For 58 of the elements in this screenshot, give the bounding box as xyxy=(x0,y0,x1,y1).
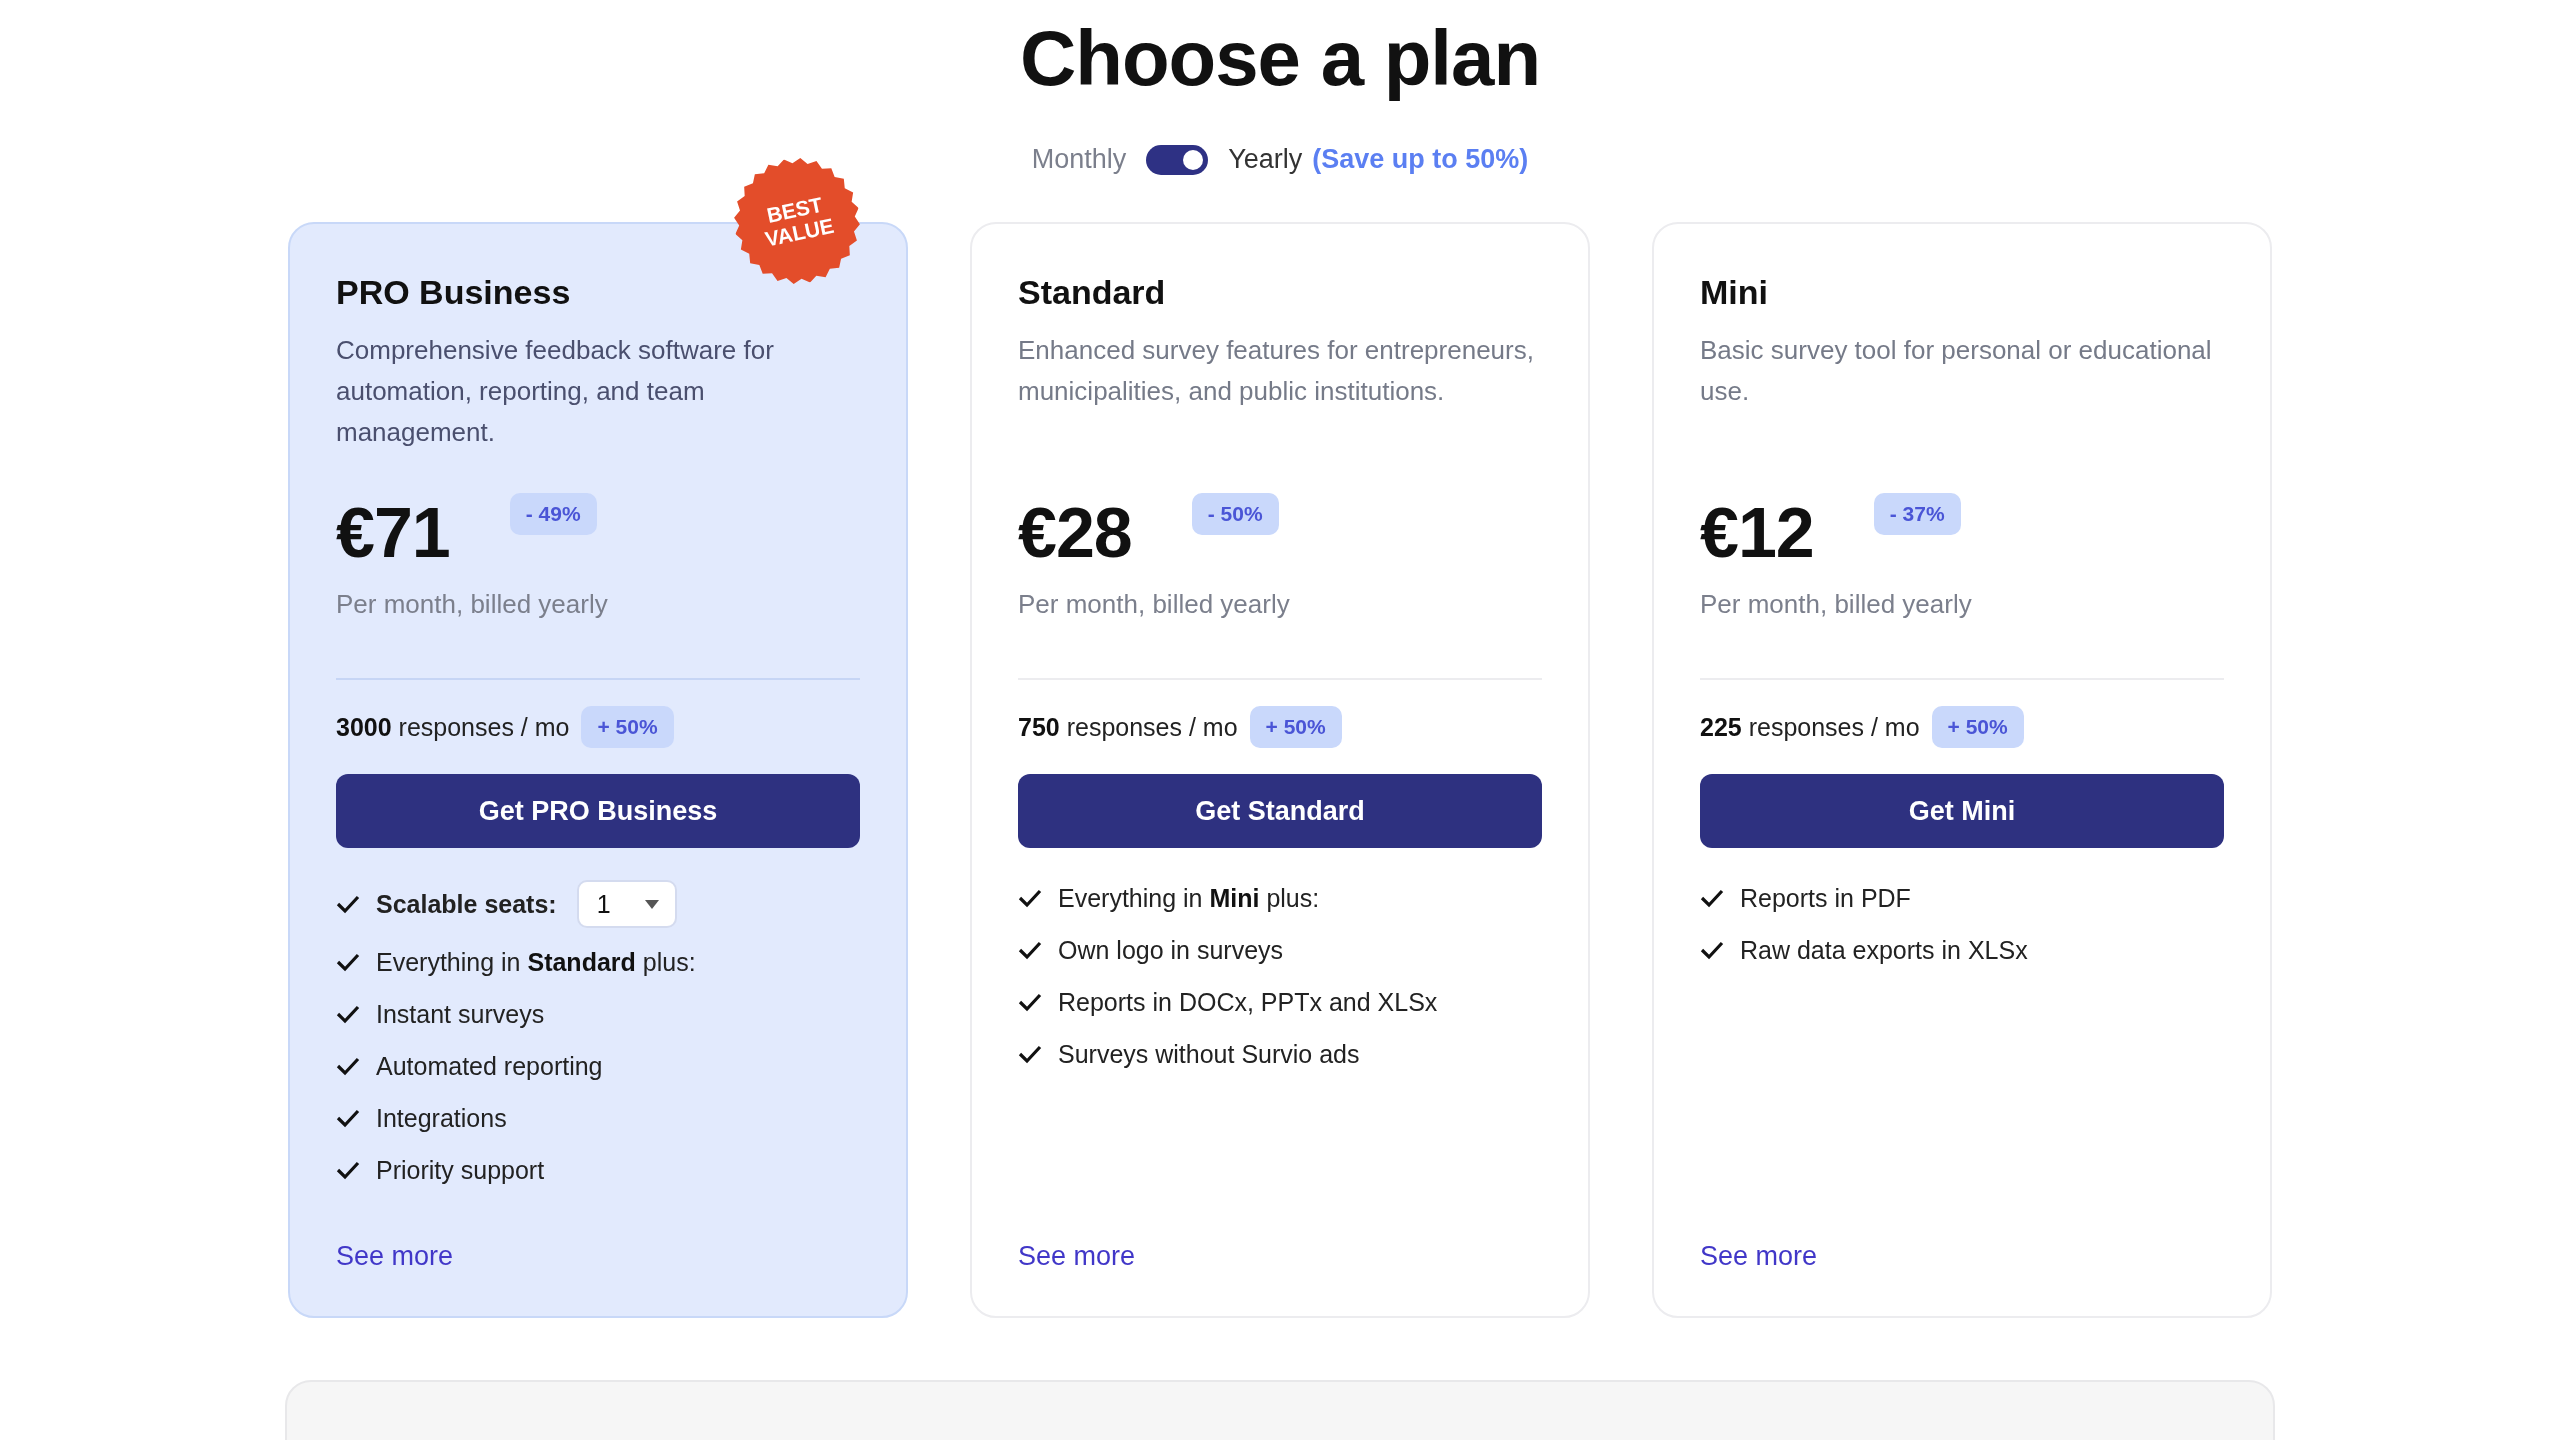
feature-text: Raw data exports in XLSx xyxy=(1740,935,2028,965)
bonus-badge: + 50% xyxy=(581,706,674,748)
feature-text: Everything in Mini plus: xyxy=(1058,883,1320,913)
billing-period: Per month, billed yearly xyxy=(336,589,609,620)
page-title: Choose a plan xyxy=(1019,13,1541,104)
plan-price: €28 xyxy=(1018,493,1132,573)
see-more-link[interactable]: See more xyxy=(1700,1241,1818,1272)
see-more-link[interactable]: See more xyxy=(336,1241,454,1272)
plan-description: Enhanced survey features for entrepreneurs, municipalities, and public institutions. xyxy=(1018,334,1535,408)
get-plan-button[interactable]: Get PRO Business xyxy=(336,774,860,848)
plan-name: Standard xyxy=(1018,272,1167,312)
check-icon xyxy=(336,952,360,972)
check-icon xyxy=(1700,940,1724,960)
plan-name: Mini xyxy=(1700,272,1769,312)
feature-text: Automated reporting xyxy=(376,1051,603,1081)
billing-period: Per month, billed yearly xyxy=(1700,589,1973,620)
feature-text: Own logo in surveys xyxy=(1058,935,1284,965)
responses-text: 3000 responses / mo xyxy=(336,712,570,742)
check-icon xyxy=(1018,992,1042,1012)
get-plan-button[interactable]: Get Standard xyxy=(1018,774,1542,848)
responses-text: 750 responses / mo xyxy=(1018,712,1238,742)
feature-text: Priority support xyxy=(376,1155,545,1185)
plan-price: €12 xyxy=(1700,493,1814,573)
feature-text: Integrations xyxy=(376,1103,507,1133)
bonus-badge: + 50% xyxy=(1931,706,2024,748)
discount-badge: - 50% xyxy=(1191,493,1279,535)
bonus-badge: + 50% xyxy=(1249,706,1342,748)
check-icon xyxy=(336,1108,360,1128)
plan-description: Basic survey tool for personal or educational use. xyxy=(1700,334,2213,408)
check-icon xyxy=(1018,888,1042,908)
feature-text: Reports in DOCx, PPTx and XLSx xyxy=(1058,987,1438,1017)
feature-text: Surveys without Survio ads xyxy=(1058,1039,1360,1069)
plan-price: €71 xyxy=(336,493,450,573)
check-icon xyxy=(1700,888,1724,908)
billing-toggle[interactable] xyxy=(1146,144,1209,175)
check-icon xyxy=(1018,1044,1042,1064)
check-icon xyxy=(336,1056,360,1076)
plan-name: PRO Business xyxy=(336,272,572,312)
feature-text: Scalable seats: xyxy=(376,889,557,919)
savings-note: (Save up to 50%) xyxy=(1312,144,1529,175)
yearly-label: Yearly xyxy=(1228,144,1303,175)
see-more-link[interactable]: See more xyxy=(1018,1241,1136,1272)
discount-badge: - 37% xyxy=(1873,493,1961,535)
monthly-label: Monthly xyxy=(1031,144,1127,175)
check-icon xyxy=(336,894,360,914)
check-icon xyxy=(1018,940,1042,960)
feature-text: Instant surveys xyxy=(376,999,545,1029)
check-icon xyxy=(336,1004,360,1024)
seats-select[interactable]: 1 xyxy=(576,880,677,928)
dropdown-caret-icon xyxy=(644,899,659,909)
get-plan-button[interactable]: Get Mini xyxy=(1700,774,2224,848)
billing-period: Per month, billed yearly xyxy=(1018,589,1291,620)
check-icon xyxy=(336,1160,360,1180)
feature-text: Reports in PDF xyxy=(1740,883,1911,913)
feature-text: Everything in Standard plus: xyxy=(376,947,696,977)
discount-badge: - 49% xyxy=(509,493,597,535)
plan-description: Comprehensive feedback software for automation, reporting, and team management. xyxy=(336,334,775,449)
responses-text: 225 responses / mo xyxy=(1700,712,1920,742)
